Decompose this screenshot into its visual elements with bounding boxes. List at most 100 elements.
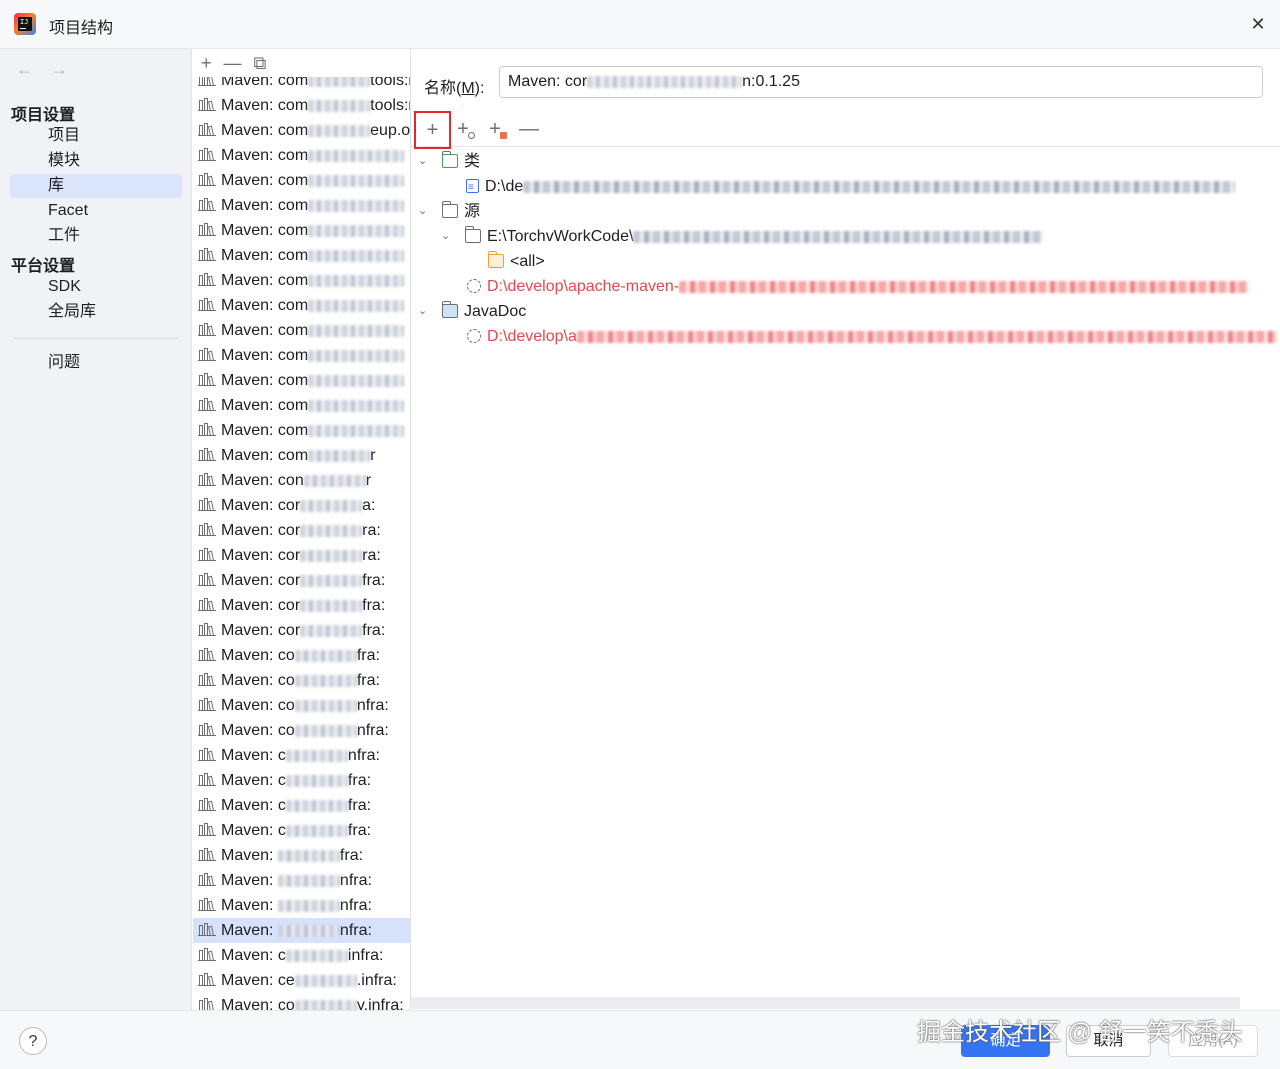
title-bar: IJ 项目结构 ✕ bbox=[0, 0, 1280, 49]
library-row[interactable]: Maven: cor fra: bbox=[193, 568, 410, 593]
library-icon bbox=[198, 823, 216, 837]
library-row[interactable]: Maven: c fra: bbox=[193, 818, 410, 843]
nav-item-global-libraries[interactable]: 全局库 bbox=[10, 300, 182, 324]
forward-arrow-icon[interactable]: → bbox=[50, 59, 68, 80]
nav-item-artifacts[interactable]: 工件 bbox=[10, 224, 182, 248]
library-row[interactable]: Maven: com bbox=[193, 218, 410, 243]
library-row[interactable]: Maven: com bbox=[193, 343, 410, 368]
remove-library-icon[interactable]: — bbox=[224, 53, 242, 74]
cancel-button[interactable]: 取消 bbox=[1066, 1025, 1151, 1057]
library-row[interactable]: Maven: co y.infra: bbox=[193, 993, 410, 1010]
library-icon bbox=[198, 523, 216, 537]
library-icon bbox=[198, 298, 216, 312]
nav-item-facets[interactable]: Facet bbox=[10, 199, 182, 223]
library-row[interactable]: Maven: nfra: bbox=[193, 868, 410, 893]
library-icon bbox=[198, 673, 216, 687]
nav-item-libraries[interactable]: 库 bbox=[10, 174, 182, 198]
library-row[interactable]: Maven: com bbox=[193, 193, 410, 218]
library-icon bbox=[198, 773, 216, 787]
tree-node-source-dir[interactable]: ⌄ E:\TorchvWorkCode\ bbox=[441, 224, 1044, 249]
horizontal-scrollbar[interactable] bbox=[411, 997, 1240, 1009]
library-row[interactable]: Maven: com bbox=[193, 418, 410, 443]
chevron-down-icon[interactable]: ⌄ bbox=[418, 299, 432, 324]
library-icon bbox=[198, 898, 216, 912]
library-row[interactable]: Maven: c nfra: bbox=[193, 743, 410, 768]
tree-node-missing-source[interactable]: D:\develop\apache-maven- bbox=[467, 274, 1250, 299]
library-row[interactable]: Maven: con r bbox=[193, 468, 410, 493]
library-row[interactable]: Maven: com bbox=[193, 168, 410, 193]
apply-button[interactable]: 应用(A) bbox=[1168, 1025, 1258, 1057]
library-row[interactable]: Maven: com bbox=[193, 368, 410, 393]
library-row[interactable]: Maven: com bbox=[193, 293, 410, 318]
library-icon bbox=[198, 323, 216, 337]
add-library-icon[interactable]: + bbox=[201, 53, 212, 74]
library-icon bbox=[198, 598, 216, 612]
chevron-down-icon[interactable]: ⌄ bbox=[418, 199, 432, 224]
nav-item-project[interactable]: 项目 bbox=[10, 124, 182, 148]
library-row[interactable]: Maven: c infra: bbox=[193, 943, 410, 968]
library-row[interactable]: Maven: co fra: bbox=[193, 668, 410, 693]
library-row[interactable]: Maven: com tools:r bbox=[193, 93, 410, 118]
attach-jar-button[interactable]: + bbox=[445, 111, 481, 147]
library-row[interactable]: Maven: cor ra: bbox=[193, 543, 410, 568]
library-row[interactable]: Maven: fra: bbox=[193, 843, 410, 868]
remove-root-button[interactable]: — bbox=[511, 111, 547, 147]
library-row[interactable]: Maven: co nfra: bbox=[193, 693, 410, 718]
library-row[interactable]: Maven: nfra: bbox=[193, 918, 410, 943]
attach-sources-button[interactable]: + bbox=[477, 111, 513, 147]
roots-toolbar: + + + — bbox=[411, 111, 1280, 149]
library-row[interactable]: Maven: co fra: bbox=[193, 643, 410, 668]
close-icon[interactable]: ✕ bbox=[1244, 10, 1272, 38]
folder-icon bbox=[465, 226, 481, 243]
copy-library-icon[interactable]: ⧉ bbox=[254, 53, 267, 74]
library-list: Maven: com tools:r Maven: com tools:r Maven:… bbox=[193, 68, 410, 1010]
library-row[interactable]: Maven: com bbox=[193, 243, 410, 268]
library-icon bbox=[198, 423, 216, 437]
library-row[interactable]: Maven: cor fra: bbox=[193, 618, 410, 643]
library-name-input[interactable]: Maven: cor n:0.1.25 bbox=[499, 66, 1263, 98]
ok-button[interactable]: 确定 bbox=[961, 1025, 1050, 1057]
help-button[interactable]: ? bbox=[19, 1027, 47, 1055]
library-toolbar: + — ⧉ bbox=[193, 49, 410, 77]
tree-node-javadoc[interactable]: ⌄ JavaDoc bbox=[418, 299, 526, 324]
javadoc-folder-icon bbox=[442, 301, 458, 318]
library-row[interactable]: Maven: com bbox=[193, 143, 410, 168]
library-icon bbox=[198, 798, 216, 812]
library-icon bbox=[198, 173, 216, 187]
library-row[interactable]: Maven: cor ra: bbox=[193, 518, 410, 543]
tree-node-classes[interactable]: ⌄ 类 bbox=[418, 149, 480, 174]
library-icon bbox=[198, 748, 216, 762]
dialog-footer: ? 确定 取消 应用(A) bbox=[0, 1010, 1280, 1069]
library-row[interactable]: Maven: cor fra: bbox=[193, 593, 410, 618]
library-row[interactable]: Maven: cor a: bbox=[193, 493, 410, 518]
tree-node-missing-javadoc[interactable]: D:\develop\a bbox=[467, 324, 1277, 349]
nav-item-sdk[interactable]: SDK bbox=[10, 275, 182, 299]
library-row[interactable]: Maven: com bbox=[193, 318, 410, 343]
tree-node-sources[interactable]: ⌄ 源 bbox=[418, 199, 480, 224]
nav-item-modules[interactable]: 模块 bbox=[10, 149, 182, 173]
library-icon bbox=[198, 698, 216, 712]
tree-node-all[interactable]: <all> bbox=[488, 249, 545, 274]
nav-item-problems[interactable]: 问题 bbox=[10, 351, 182, 375]
library-row[interactable]: Maven: ce .infra: bbox=[193, 968, 410, 993]
library-icon bbox=[198, 723, 216, 737]
library-row[interactable]: Maven: c fra: bbox=[193, 768, 410, 793]
library-row[interactable]: Maven: comeup.ok bbox=[193, 118, 410, 143]
library-row[interactable]: Maven: com bbox=[193, 268, 410, 293]
library-icon bbox=[198, 148, 216, 162]
library-row[interactable]: Maven: co nfra: bbox=[193, 718, 410, 743]
library-row[interactable]: Maven: c fra: bbox=[193, 793, 410, 818]
library-row[interactable]: Maven: com bbox=[193, 393, 410, 418]
library-row[interactable]: Maven: nfra: bbox=[193, 893, 410, 918]
library-icon bbox=[198, 923, 216, 937]
tree-node-classes-jar[interactable]: D:\de bbox=[466, 174, 1236, 200]
library-icon bbox=[198, 273, 216, 287]
library-icon bbox=[198, 448, 216, 462]
chevron-down-icon[interactable]: ⌄ bbox=[418, 149, 432, 174]
chevron-down-icon[interactable]: ⌄ bbox=[441, 224, 455, 249]
intellij-logo-icon: IJ bbox=[14, 13, 36, 35]
library-icon bbox=[198, 498, 216, 512]
library-icon bbox=[198, 573, 216, 587]
back-arrow-icon[interactable]: ← bbox=[16, 59, 34, 80]
library-row[interactable]: Maven: com r bbox=[193, 443, 410, 468]
